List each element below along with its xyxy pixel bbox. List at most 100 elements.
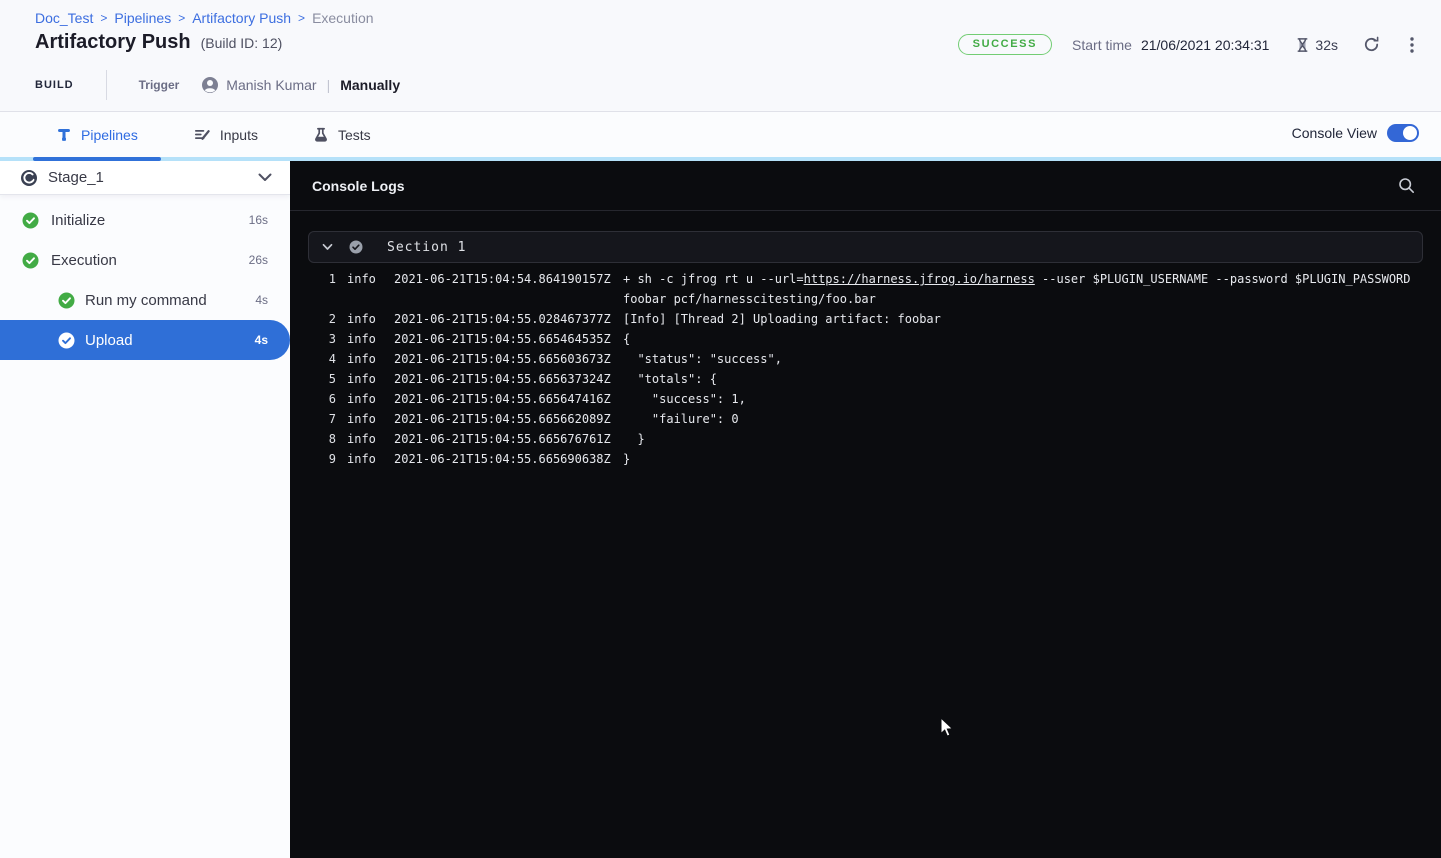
step-label: Run my command bbox=[85, 292, 207, 309]
breadcrumb-separator: > bbox=[100, 11, 107, 25]
log-timestamp: 2021-06-21T15:04:55.028467377Z bbox=[394, 309, 612, 329]
log-row: 6 info 2021-06-21T15:04:55.665647416Z "suc… bbox=[290, 389, 1441, 409]
tab-inputs[interactable]: Inputs bbox=[170, 112, 281, 157]
log-link[interactable]: https://harness.jfrog.io/harness bbox=[804, 272, 1035, 286]
execution-sidebar: Stage_1 Initialize 16s Execution 26s bbox=[0, 161, 290, 858]
vertical-divider: | bbox=[327, 77, 331, 93]
log-text: "success": 1, bbox=[623, 392, 746, 406]
breadcrumb-separator: > bbox=[298, 11, 305, 25]
tab-label: Inputs bbox=[220, 127, 258, 143]
check-circle-icon bbox=[58, 332, 75, 349]
log-message: "failure": 0 bbox=[623, 409, 1441, 429]
log-row: 3info2021-06-21T15:04:55.665464535Z{ bbox=[290, 329, 1441, 349]
log-message: [Info] [Thread 2] Uploading artifact: fo… bbox=[623, 309, 1441, 329]
step-duration: 4s bbox=[255, 293, 268, 307]
log-text: + sh -c jfrog rt u --url= bbox=[623, 272, 804, 286]
log-line-number: 3 bbox=[290, 329, 336, 349]
stage-icon bbox=[20, 169, 38, 187]
step-duration: 4s bbox=[255, 333, 268, 347]
log-lines: 1 info 2021-06-21T15:04:54.864190157Z + sh … bbox=[290, 263, 1441, 469]
check-circle-icon bbox=[58, 292, 75, 309]
kebab-menu-icon bbox=[1409, 36, 1415, 54]
breadcrumb-separator: > bbox=[178, 11, 185, 25]
log-message: + sh -c jfrog rt u --url=https://harness… bbox=[623, 269, 1441, 309]
log-message: } bbox=[623, 449, 1441, 469]
log-line-number: 2 bbox=[290, 309, 336, 329]
log-message: "totals": { bbox=[623, 369, 1441, 389]
start-time: Start time 21/06/2021 20:34:31 bbox=[1072, 37, 1269, 53]
chevron-down-icon bbox=[322, 243, 333, 251]
log-timestamp: 2021-06-21T15:04:54.864190157Z bbox=[394, 269, 612, 309]
log-row: 2 info 2021-06-21T15:04:55.028467377Z [Info… bbox=[290, 309, 1441, 329]
refresh-icon bbox=[1362, 35, 1381, 54]
console-view-toggle[interactable] bbox=[1387, 124, 1419, 142]
log-message: { bbox=[623, 329, 1441, 349]
step-duration: 26s bbox=[249, 253, 268, 267]
build-id-label: (Build ID: 12) bbox=[201, 35, 283, 51]
step-execution[interactable]: Execution 26s bbox=[0, 240, 290, 280]
trigger-type: Manually bbox=[340, 77, 400, 93]
section-label: Section 1 bbox=[387, 240, 466, 255]
tab-label: Tests bbox=[338, 127, 371, 143]
check-circle-icon bbox=[22, 252, 39, 269]
mouse-cursor bbox=[940, 717, 955, 738]
log-row: 7info2021-06-21T15:04:55.665662089Z "fai… bbox=[290, 409, 1441, 429]
log-section-header[interactable]: Section 1 bbox=[308, 231, 1423, 263]
log-text: "failure": 0 bbox=[623, 412, 739, 426]
trigger-label: Trigger bbox=[139, 78, 180, 92]
console-view-label: Console View bbox=[1292, 125, 1377, 141]
chevron-down-icon bbox=[258, 173, 272, 182]
step-run-my-command[interactable]: Run my command 4s bbox=[0, 280, 290, 320]
vertical-divider bbox=[106, 70, 107, 100]
log-search-button[interactable] bbox=[1394, 173, 1419, 198]
log-timestamp: 2021-06-21T15:04:55.665647416Z bbox=[394, 389, 612, 409]
breadcrumb-link-pipelines[interactable]: Pipelines bbox=[114, 10, 171, 26]
page-header: Doc_Test > Pipelines > Artifactory Push … bbox=[0, 0, 1441, 112]
build-type-label: BUILD bbox=[35, 79, 74, 91]
check-circle-icon bbox=[349, 240, 363, 254]
tab-tests[interactable]: Tests bbox=[290, 112, 394, 157]
check-circle-icon bbox=[22, 212, 39, 229]
log-message: "status": "success", bbox=[623, 349, 1441, 369]
more-options-button[interactable] bbox=[1405, 32, 1419, 58]
log-text: } bbox=[623, 452, 630, 466]
log-line-number: 1 bbox=[290, 269, 336, 309]
log-row: 1info2021-06-21T15:04:54.864190157Z+ sh … bbox=[290, 269, 1441, 309]
stage-header[interactable]: Stage_1 bbox=[0, 161, 290, 195]
console-panel: Console Logs Section 1 1info2021-06-21T1… bbox=[290, 161, 1441, 858]
log-line-number: 7 bbox=[290, 409, 336, 429]
log-level: info bbox=[347, 389, 383, 409]
log-timestamp: 2021-06-21T15:04:55.665690638Z bbox=[394, 449, 612, 469]
log-timestamp: 2021-06-21T15:04:55.665637324Z bbox=[394, 369, 612, 389]
stage-name: Stage_1 bbox=[48, 169, 104, 186]
tab-pipelines[interactable]: Pipelines bbox=[33, 112, 161, 157]
refresh-button[interactable] bbox=[1358, 31, 1385, 58]
log-level: info bbox=[347, 329, 383, 349]
status-badge: SUCCESS bbox=[958, 34, 1052, 55]
log-timestamp: 2021-06-21T15:04:55.665676761Z bbox=[394, 429, 612, 449]
log-message: } bbox=[623, 429, 1441, 449]
step-upload[interactable]: Upload 4s bbox=[0, 320, 290, 360]
log-line-number: 6 bbox=[290, 389, 336, 409]
log-level: info bbox=[347, 309, 383, 329]
tab-bar: Pipelines Inputs Tests Console View bbox=[0, 112, 1441, 161]
breadcrumb-link-doc-test[interactable]: Doc_Test bbox=[35, 10, 93, 26]
avatar-icon bbox=[201, 76, 219, 94]
step-label: Execution bbox=[51, 252, 117, 269]
log-level: info bbox=[347, 369, 383, 389]
log-text: --user $PLUGIN_USERNAME --password $PLUG… bbox=[1035, 272, 1411, 286]
duration-display: 32s bbox=[1295, 37, 1338, 53]
log-message: "success": 1, bbox=[623, 389, 1441, 409]
tab-label: Pipelines bbox=[81, 127, 138, 143]
flask-icon bbox=[313, 126, 329, 143]
inputs-icon bbox=[193, 126, 211, 143]
log-level: info bbox=[347, 429, 383, 449]
step-label: Initialize bbox=[51, 212, 105, 229]
log-timestamp: 2021-06-21T15:04:55.665603673Z bbox=[394, 349, 612, 369]
start-time-value: 21/06/2021 20:34:31 bbox=[1141, 37, 1269, 53]
log-text: "status": "success", bbox=[623, 352, 782, 366]
breadcrumb-link-artifactory-push[interactable]: Artifactory Push bbox=[192, 10, 291, 26]
log-level: info bbox=[347, 349, 383, 369]
step-initialize[interactable]: Initialize 16s bbox=[0, 200, 290, 240]
log-text: foobar pcf/harnesscitesting/foo.bar bbox=[623, 292, 876, 306]
